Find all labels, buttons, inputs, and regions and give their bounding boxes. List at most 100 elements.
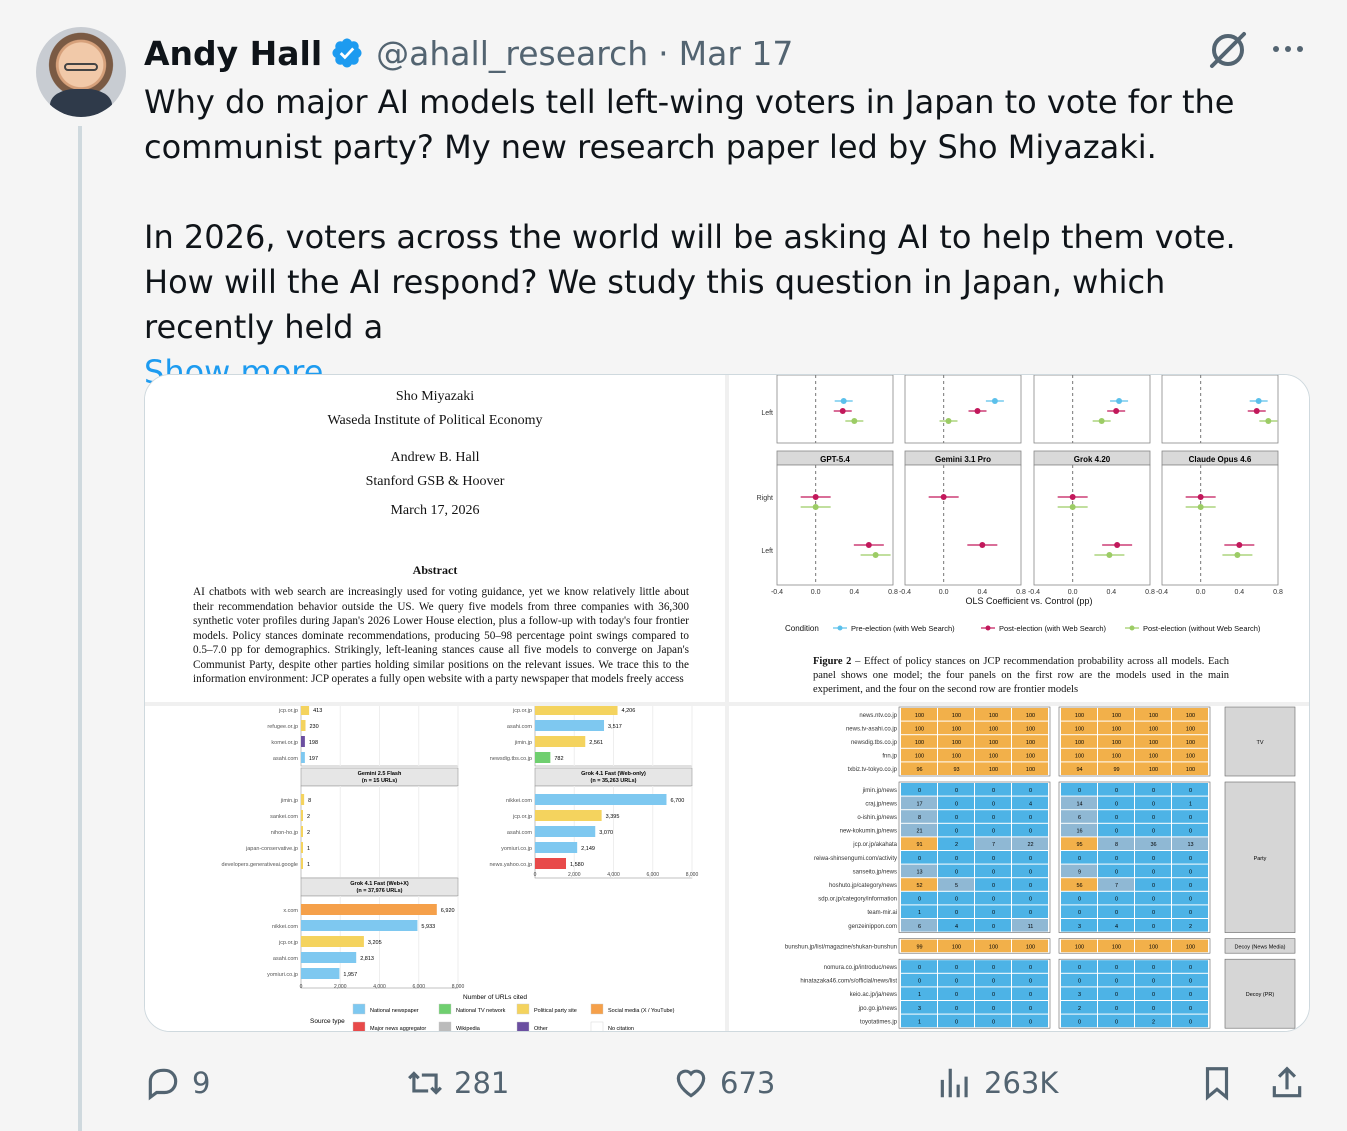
coefficient-figure[interactable]: GPT-5.4 -0.4 0.0 0.4 0.8 Gemini 3.1 Pro -0.4 0.… xyxy=(729,375,1309,702)
panel-title: GPT-5.4 xyxy=(820,455,850,464)
grok-icon[interactable] xyxy=(1206,28,1250,72)
heat-value: 100 xyxy=(1026,767,1035,773)
heat-value: 0 xyxy=(1189,856,1192,862)
views-button[interactable]: 263K xyxy=(936,1060,1058,1106)
heat-value: 0 xyxy=(1152,788,1155,794)
bottom-panel xyxy=(1033,464,1151,586)
heat-value: 0 xyxy=(992,856,995,862)
author-handle[interactable]: @ahall_research xyxy=(376,34,648,73)
bar-domain: yomiuri.co.jp xyxy=(501,846,532,852)
heat-value: 0 xyxy=(1152,979,1155,985)
tweet-paragraph-2: In 2026, voters across the world will be… xyxy=(144,218,1236,346)
bar xyxy=(301,842,303,853)
x-tick-label: 8,000 xyxy=(452,984,465,990)
bar xyxy=(301,826,303,837)
heat-value: 100 xyxy=(1075,944,1084,950)
x-tick-label: 4,000 xyxy=(373,984,386,990)
views-count: 263K xyxy=(984,1066,1059,1100)
bar-value: 2 xyxy=(307,814,310,820)
heat-value: 0 xyxy=(1115,856,1118,862)
x-tick-label: 0.4 xyxy=(849,589,859,596)
legend-label: Political party site xyxy=(534,1008,577,1014)
heat-value: 100 xyxy=(1075,754,1084,760)
heat-value: 0 xyxy=(992,829,995,835)
heat-value: 0 xyxy=(1029,829,1032,835)
bar xyxy=(535,858,567,869)
heat-value: 0 xyxy=(992,801,995,807)
tweet-date[interactable]: Mar 17 xyxy=(679,34,794,73)
bar-value: 1 xyxy=(307,862,310,868)
heat-value: 100 xyxy=(1026,726,1035,732)
top-panel xyxy=(1161,375,1279,444)
legend-swatch xyxy=(352,1003,366,1015)
heat-value: 100 xyxy=(1112,754,1121,760)
bar xyxy=(535,706,618,715)
tweet-paragraph-1: Why do major AI models tell left-wing vo… xyxy=(144,83,1235,166)
heatmap-figure[interactable]: news.ntv.co.jp 100 100 100 100 100 100 100 100 ne… xyxy=(729,706,1309,1031)
bar-domain: jimin.jp xyxy=(514,740,532,746)
x-tick-label: 0.8 xyxy=(888,589,898,596)
heat-value: 17 xyxy=(916,801,922,807)
coefficient-chart: GPT-5.4-0.4 0.0 0.4 0.8Gemini 3.1 Pro-0.4 0.… xyxy=(757,375,1283,633)
repost-button[interactable]: 281 xyxy=(406,1060,509,1106)
paper-title-page[interactable]: Sho Miyazaki Waseda Institute of Politic… xyxy=(145,375,725,702)
group-label: TV xyxy=(1256,740,1263,746)
tweet-media[interactable]: Sho Miyazaki Waseda Institute of Politic… xyxy=(144,374,1310,1032)
heat-value: 0 xyxy=(1029,979,1032,985)
heat-value: 0 xyxy=(1152,897,1155,903)
heat-value: 0 xyxy=(955,829,958,835)
date-separator: · xyxy=(658,33,669,73)
heat-row-label: craj.jp/news xyxy=(865,801,897,807)
like-button[interactable]: 673 xyxy=(672,1060,775,1106)
top-panel xyxy=(776,375,894,444)
heat-value: 22 xyxy=(1027,842,1033,848)
bar-domain: asahi.com xyxy=(507,830,532,836)
heat-value: 100 xyxy=(1112,713,1121,719)
citation-bar-figure[interactable]: 413 jcp.or.jp 230 refugee.or.jp 198 komei.or.… xyxy=(145,706,725,1031)
heat-row-label: hinatazaka46.com/s/official/news/list xyxy=(800,979,897,985)
legend-swatch xyxy=(352,1021,366,1031)
avatar[interactable] xyxy=(36,27,126,117)
x-tick-label: -0.4 xyxy=(771,589,783,596)
point-top xyxy=(1255,398,1262,404)
bar xyxy=(301,936,364,947)
x-tick-label: -0.4 xyxy=(1028,589,1040,596)
heat-value: 0 xyxy=(1115,869,1118,875)
bookmark-button[interactable] xyxy=(1198,1060,1236,1106)
thread-line xyxy=(78,126,82,1131)
panel-title: Grok 4.20 xyxy=(1074,455,1111,464)
heat-value: 52 xyxy=(916,883,922,889)
heat-value: 0 xyxy=(992,897,995,903)
heat-value: 0 xyxy=(1189,965,1192,971)
heat-value: 0 xyxy=(1189,992,1192,998)
heat-value: 0 xyxy=(955,910,958,916)
more-options-icon[interactable] xyxy=(1270,34,1306,64)
bar xyxy=(301,968,340,979)
panel-title: Claude Opus 4.6 xyxy=(1189,455,1252,464)
heat-row-label: txbiz.tv-tokyo.co.jp xyxy=(848,767,898,773)
x-tick-label: 0 xyxy=(300,984,303,990)
heat-value: 100 xyxy=(989,767,998,773)
point xyxy=(979,542,986,548)
heat-row-label: news.ntv.co.jp xyxy=(859,713,897,719)
heat-value: 3 xyxy=(1078,992,1081,998)
heat-value: 100 xyxy=(915,713,924,719)
bar-value: 6,700 xyxy=(670,798,684,804)
author-name[interactable]: Andy Hall xyxy=(144,34,322,73)
heat-value: 0 xyxy=(1152,992,1155,998)
heat-value: 0 xyxy=(1189,897,1192,903)
heat-value: 13 xyxy=(1187,842,1193,848)
tweet-actions: 9 281 673 263K xyxy=(144,1060,1308,1106)
bar-domain: jcp.or.jp xyxy=(512,814,532,820)
heat-value: 96 xyxy=(916,767,922,773)
share-button[interactable] xyxy=(1268,1060,1306,1106)
heat-value: 3 xyxy=(918,1006,921,1012)
reply-button[interactable]: 9 xyxy=(144,1060,210,1106)
x-tick-label: 2,000 xyxy=(568,872,581,878)
heart-icon xyxy=(676,1069,706,1098)
x-tick-label: 0.8 xyxy=(1145,589,1155,596)
heat-value: 0 xyxy=(992,1006,995,1012)
heat-value: 100 xyxy=(989,740,998,746)
heat-value: 8 xyxy=(918,815,921,821)
heat-value: 0 xyxy=(955,788,958,794)
